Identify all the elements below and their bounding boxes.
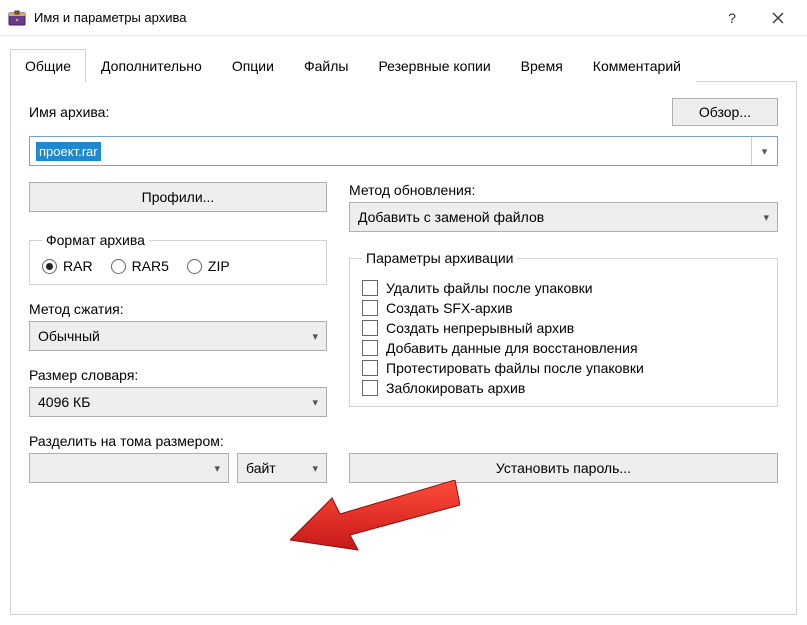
split-size-input[interactable]: ▾: [29, 453, 229, 483]
compression-label: Метод сжатия:: [29, 301, 327, 317]
checkbox-test[interactable]: Протестировать файлы после упаковки: [362, 360, 765, 376]
tab-bar: Общие Дополнительно Опции Файлы Резервны…: [10, 42, 797, 82]
window-title: Имя и параметры архива: [34, 10, 709, 25]
compression-select[interactable]: Обычный ▾: [29, 321, 327, 351]
archive-name-value: проект.rar: [36, 142, 101, 161]
archive-name-row: Имя архива: Обзор...: [29, 98, 778, 126]
dictionary-select[interactable]: 4096 КБ ▾: [29, 387, 327, 417]
tab-backups[interactable]: Резервные копии: [363, 49, 505, 82]
chevron-down-icon: ▾: [763, 211, 769, 224]
archive-params-legend: Параметры архивации: [362, 250, 517, 266]
archive-name-input[interactable]: проект.rar ▾: [29, 136, 778, 166]
tab-time[interactable]: Время: [506, 49, 578, 82]
chevron-down-icon: ▾: [312, 396, 318, 409]
right-column: Метод обновления: Добавить с заменой фай…: [349, 182, 778, 483]
update-method-label: Метод обновления:: [349, 182, 778, 198]
split-label: Разделить на тома размером:: [29, 433, 327, 449]
chevron-down-icon: ▾: [312, 330, 318, 343]
radio-zip[interactable]: ZIP: [187, 258, 230, 274]
archive-params-group: Параметры архивации Удалить файлы после …: [349, 250, 778, 407]
chevron-down-icon: ▾: [214, 462, 220, 475]
checkbox-solid[interactable]: Создать непрерывный архив: [362, 320, 765, 336]
chevron-down-icon: ▾: [312, 462, 318, 475]
left-column: Профили... Формат архива RAR RAR5: [29, 182, 327, 483]
tab-options[interactable]: Опции: [217, 49, 289, 82]
split-unit-select[interactable]: байт ▾: [237, 453, 327, 483]
tab-general[interactable]: Общие: [10, 49, 86, 82]
update-method-select[interactable]: Добавить с заменой файлов ▾: [349, 202, 778, 232]
set-password-button[interactable]: Установить пароль...: [349, 453, 778, 483]
dictionary-label: Размер словаря:: [29, 367, 327, 383]
radio-rar[interactable]: RAR: [42, 258, 93, 274]
tab-files[interactable]: Файлы: [289, 49, 363, 82]
columns: Профили... Формат архива RAR RAR5: [29, 182, 778, 483]
tab-advanced[interactable]: Дополнительно: [86, 49, 217, 82]
help-button[interactable]: ?: [709, 0, 755, 36]
browse-button[interactable]: Обзор...: [672, 98, 778, 126]
checkbox-delete-after[interactable]: Удалить файлы после упаковки: [362, 280, 765, 296]
close-button[interactable]: [755, 0, 801, 36]
titlebar: Имя и параметры архива ?: [0, 0, 807, 36]
radio-rar5[interactable]: RAR5: [111, 258, 169, 274]
tab-comment[interactable]: Комментарий: [578, 49, 696, 82]
archive-format-legend: Формат архива: [42, 232, 149, 248]
chevron-down-icon[interactable]: ▾: [751, 137, 777, 165]
checkbox-recovery[interactable]: Добавить данные для восстановления: [362, 340, 765, 356]
profiles-button[interactable]: Профили...: [29, 182, 327, 212]
checkbox-lock[interactable]: Заблокировать архив: [362, 380, 765, 396]
app-icon: [8, 9, 26, 27]
content: Общие Дополнительно Опции Файлы Резервны…: [0, 36, 807, 625]
checkbox-sfx[interactable]: Создать SFX-архив: [362, 300, 765, 316]
archive-dialog: Имя и параметры архива ? Общие Дополните…: [0, 0, 807, 625]
archive-name-label: Имя архива:: [29, 104, 109, 120]
general-panel: Имя архива: Обзор... проект.rar ▾ Профил…: [10, 82, 797, 615]
archive-format-group: Формат архива RAR RAR5: [29, 232, 327, 285]
